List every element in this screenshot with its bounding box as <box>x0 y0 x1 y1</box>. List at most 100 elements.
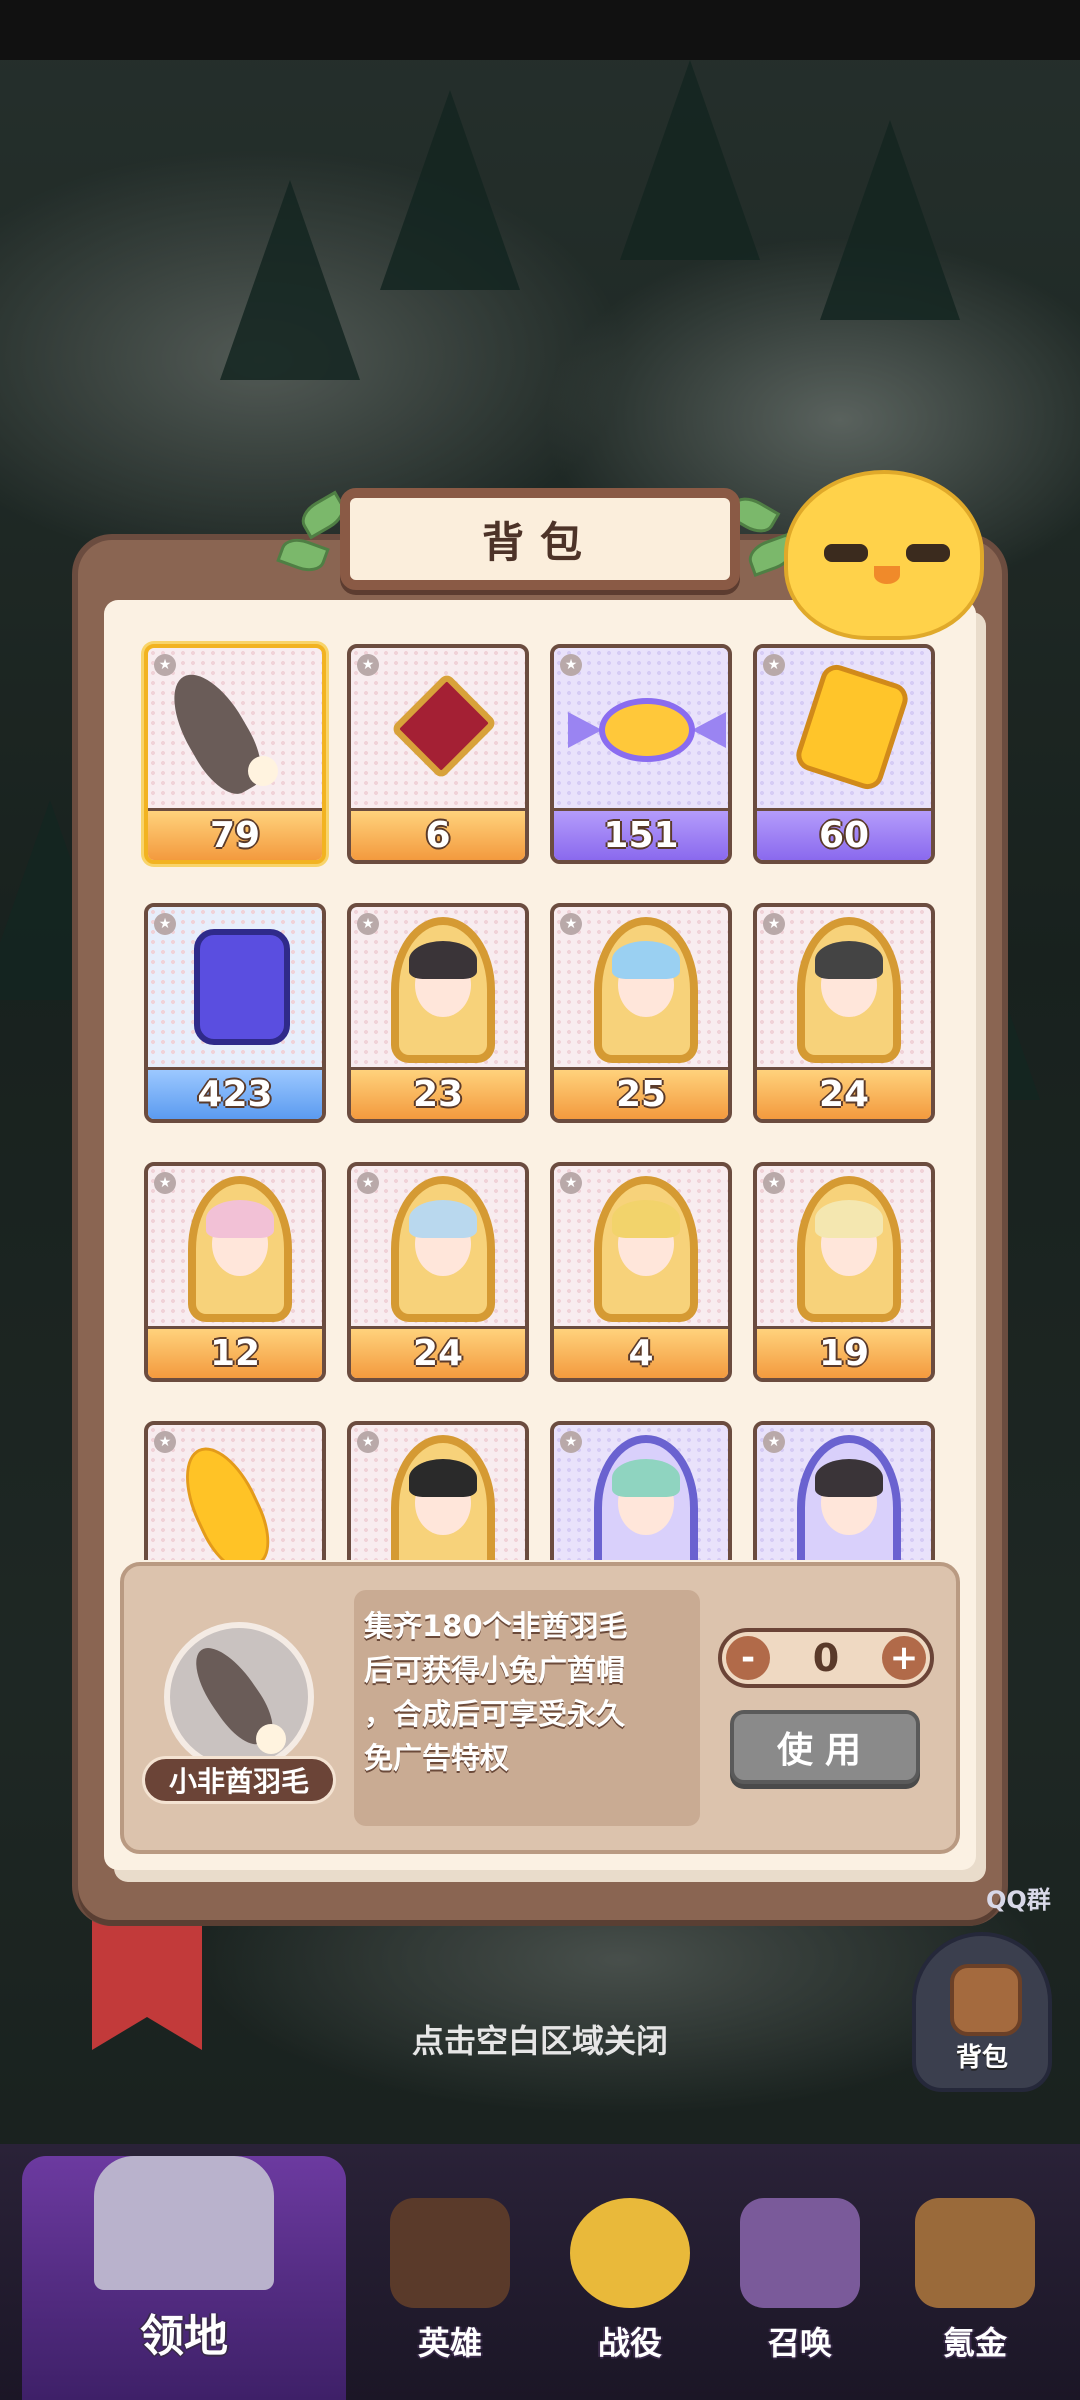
nav-shop[interactable]: 氪金 <box>890 2144 1060 2400</box>
feather-icon <box>248 756 278 786</box>
star-icon: ★ <box>357 913 379 935</box>
use-button[interactable]: 使用 <box>730 1710 920 1784</box>
hero-frame-icon <box>206 1200 274 1238</box>
star-icon: ★ <box>154 1172 176 1194</box>
description-line: 免广告特权 <box>364 1741 510 1775</box>
inventory-slot[interactable]: ★ <box>144 1421 326 1560</box>
item-count: 12 <box>148 1326 322 1378</box>
quantity-value: 0 <box>812 1636 840 1680</box>
star-icon: ★ <box>560 654 582 676</box>
inventory-slot[interactable]: ★ <box>753 1421 935 1560</box>
item-detail-panel: 小非酋羽毛 集齐180个非酋羽毛 后可获得小兔广酋帽 ，合成后可享受永久 免广告… <box>120 1562 960 1854</box>
star-icon: ★ <box>560 1172 582 1194</box>
description-line: 集齐180个非酋羽毛 <box>364 1609 628 1643</box>
feather-base <box>256 1724 286 1754</box>
candy-icon <box>568 712 602 748</box>
summon-altar-icon <box>740 2198 860 2308</box>
slot-art <box>757 907 931 1071</box>
item-count: 151 <box>554 808 728 860</box>
decrease-button[interactable]: - <box>726 1636 770 1680</box>
slot-art <box>351 907 525 1071</box>
backpack-side-button[interactable]: 背包 <box>912 1932 1052 2092</box>
item-count: 25 <box>554 1067 728 1119</box>
status-bar <box>0 0 1080 60</box>
star-icon: ★ <box>357 1431 379 1453</box>
item-grid[interactable]: ★ 79 ★ 6 ★ 151 ★ 60 ★ 423 ★ 23 ★ 25 ★ 24 ★ 12 ★ 24 ★ 4 ★ 19 ★ ★ ★ ★ <box>140 640 940 1560</box>
slot-art <box>554 1166 728 1330</box>
inventory-slot[interactable]: ★ 151 <box>550 644 732 864</box>
inventory-slot[interactable]: ★ 19 <box>753 1162 935 1382</box>
inventory-slot[interactable]: ★ 24 <box>347 1162 529 1382</box>
nav-label: 领地 <box>140 2311 228 2362</box>
item-count: 60 <box>757 808 931 860</box>
inventory-slot[interactable]: ★ 60 <box>753 644 935 864</box>
star-icon: ★ <box>763 1172 785 1194</box>
inventory-slot[interactable]: ★ 24 <box>753 903 935 1123</box>
slot-art <box>148 1166 322 1330</box>
star-icon: ★ <box>154 1431 176 1453</box>
inventory-slot[interactable]: ★ 6 <box>347 644 529 864</box>
nav-summon[interactable]: 召唤 <box>720 2144 880 2400</box>
inventory-slot[interactable]: ★ 423 <box>144 903 326 1123</box>
nav-label: 战役 <box>597 2324 662 2362</box>
description-line: 后可获得小兔广酋帽 <box>364 1653 626 1687</box>
gold-crystal-icon <box>792 660 912 794</box>
backpack-icon <box>950 1964 1022 2036</box>
chick-knight-icon <box>570 2198 690 2308</box>
hero-frame-icon <box>815 1200 883 1238</box>
star-icon: ★ <box>357 654 379 676</box>
increase-button[interactable]: + <box>882 1636 926 1680</box>
item-count: 4 <box>554 1326 728 1378</box>
candy-icon <box>599 698 695 762</box>
nav-label: 氪金 <box>942 2324 1007 2362</box>
item-name: 小非酋羽毛 <box>142 1756 336 1804</box>
hero-frame-icon <box>815 941 883 979</box>
item-count: 79 <box>148 808 322 860</box>
description-line: ，合成后可享受永久 <box>364 1697 626 1731</box>
star-icon: ★ <box>763 654 785 676</box>
inventory-slot[interactable]: ★ 79 <box>144 644 326 864</box>
slot-art <box>757 648 931 812</box>
inventory-slot[interactable]: ★ 12 <box>144 1162 326 1382</box>
nav-heroes[interactable]: 英雄 <box>370 2144 530 2400</box>
slot-art <box>148 907 322 1071</box>
panel-title: 背包 <box>481 517 598 567</box>
hero-frame-icon <box>612 1200 680 1238</box>
bottom-navigation: 领地 英雄 战役 召唤 氪金 <box>0 2144 1080 2400</box>
golden-feather-icon <box>169 1435 283 1560</box>
nav-campaign[interactable]: 战役 <box>550 2144 710 2400</box>
star-icon: ★ <box>763 1431 785 1453</box>
book-icon <box>390 2198 510 2308</box>
item-count: 6 <box>351 808 525 860</box>
slot-art <box>554 907 728 1071</box>
nav-territory[interactable]: 领地 <box>22 2156 346 2400</box>
star-icon: ★ <box>357 1172 379 1194</box>
slot-art <box>351 1166 525 1330</box>
treasure-chest-icon <box>915 2198 1035 2308</box>
inventory-slot[interactable]: ★ 4 <box>550 1162 732 1382</box>
item-count: 23 <box>351 1067 525 1119</box>
selected-item-feather-icon <box>164 1622 314 1772</box>
blue-crystal-icon <box>194 929 290 1045</box>
item-count: 19 <box>757 1326 931 1378</box>
inventory-slot[interactable]: ★ 23 <box>347 903 529 1123</box>
quantity-stepper: - 0 + <box>718 1628 934 1688</box>
chick-beak <box>874 566 900 584</box>
chick-eye <box>824 544 868 562</box>
candy-icon <box>692 712 726 748</box>
qq-group-button[interactable]: QQ群 <box>986 1880 1080 1920</box>
hero-frame-icon <box>409 941 477 979</box>
inventory-slot[interactable]: ★ <box>347 1421 529 1560</box>
hero-frame-icon <box>612 941 680 979</box>
ruby-icon <box>390 672 498 780</box>
panel-title-plate: 背包 <box>340 488 740 590</box>
inventory-slot[interactable]: ★ <box>550 1421 732 1560</box>
star-icon: ★ <box>154 913 176 935</box>
inventory-slot[interactable]: ★ 25 <box>550 903 732 1123</box>
nav-label: 召唤 <box>767 2324 832 2362</box>
hero-frame-icon <box>409 1459 477 1497</box>
star-icon: ★ <box>154 654 176 676</box>
slot-art <box>554 648 728 812</box>
slot-art <box>351 648 525 812</box>
nav-label: 英雄 <box>417 2324 482 2362</box>
